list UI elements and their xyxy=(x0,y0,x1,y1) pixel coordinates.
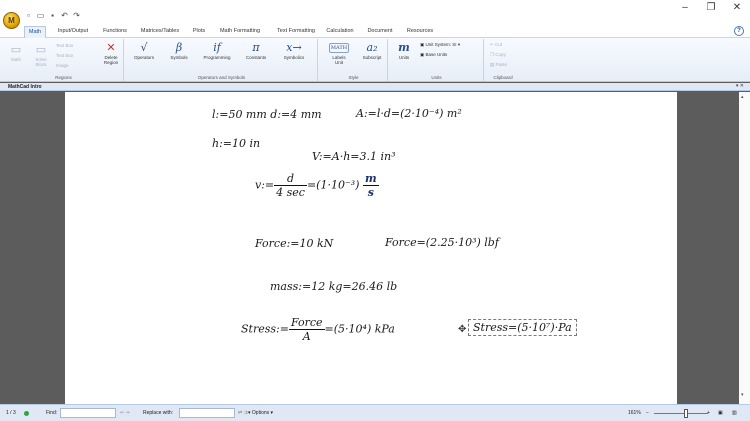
delete-icon: ✕ xyxy=(106,41,116,54)
group-style: MATH Labels Unit a₂ Subscript Style xyxy=(320,39,388,81)
find-label: Find: xyxy=(46,410,58,416)
tab-plots[interactable]: Plots xyxy=(188,26,210,38)
tab-resources[interactable]: Resources xyxy=(404,26,436,38)
tab-math-formatting[interactable]: Math Formatting xyxy=(216,26,264,38)
new-icon[interactable]: ▫ xyxy=(24,11,33,20)
replace-icons[interactable]: ⇄ ⇉ xyxy=(238,410,248,416)
restore-button[interactable]: ❐ xyxy=(698,0,724,18)
minimize-button[interactable]: – xyxy=(672,0,698,18)
title-bar: ▫ ▭ ▪ ↶ ↷ – ❐ ✕ xyxy=(0,0,750,24)
app-menu-button[interactable]: M xyxy=(3,12,20,29)
replace-label: Replace with: xyxy=(143,410,174,416)
status-bar: 1 / 3 Find: ⇐ ⇒ Replace with: ⇄ ⇉ ▾ Opti… xyxy=(0,404,750,421)
vertical-scrollbar[interactable]: ▴ ▾ xyxy=(739,92,750,404)
math-region-volume[interactable]: V:=A·h=3.1 in³ xyxy=(312,150,396,163)
group-clipboard: ✂ Cut ❐ Copy ▤ Paste Clipboard xyxy=(490,42,513,80)
zoom-in-icon[interactable]: + xyxy=(707,410,710,416)
tab-functions[interactable]: Functions xyxy=(100,26,130,38)
zoom-out-icon[interactable]: − xyxy=(646,410,649,416)
math-region-stress[interactable]: Stress:= Force A =(5·10⁴) kPa xyxy=(241,316,395,343)
image-button[interactable]: Image xyxy=(56,63,69,68)
constants-button[interactable]: π Constants xyxy=(242,41,270,60)
if-icon: if xyxy=(213,41,221,54)
tab-document[interactable]: Document xyxy=(364,26,396,38)
units-button[interactable]: m Units xyxy=(394,41,414,60)
math-region-l-d[interactable]: l:=50 mm d:=4 mm xyxy=(212,108,322,121)
beta-icon: β xyxy=(175,41,183,54)
draft-view-icon[interactable]: ▥ xyxy=(732,410,737,416)
tab-text-formatting[interactable]: Text Formatting xyxy=(272,26,320,38)
subscript-button[interactable]: a₂ Subscript xyxy=(358,41,386,60)
window-controls: – ❐ ✕ xyxy=(672,0,750,18)
close-button[interactable]: ✕ xyxy=(724,0,750,18)
tab-input-output[interactable]: Input/Output xyxy=(52,26,94,38)
arrow-icon: x→ xyxy=(286,41,302,54)
math-region-force[interactable]: Force:=10 kN xyxy=(255,237,333,250)
scroll-down-icon: ▾ xyxy=(741,392,744,398)
tab-math[interactable]: Math xyxy=(24,26,46,38)
move-cursor-icon: ✥ xyxy=(458,324,467,335)
find-input[interactable] xyxy=(60,408,116,418)
math-region-stress-pa[interactable]: Stress=(5·10⁷)·Pa xyxy=(468,319,577,336)
text-box-button[interactable]: Text Box xyxy=(56,43,73,48)
ribbon: ▭ Math ▭ Solve Block Text Box Text Box Ima… xyxy=(0,38,750,82)
open-icon[interactable]: ▭ xyxy=(36,11,45,20)
symbolics-button[interactable]: x→ Symbolics xyxy=(278,41,310,60)
scroll-up-icon: ▴ xyxy=(741,94,744,100)
cut-button[interactable]: ✂ Cut xyxy=(490,42,502,48)
undo-icon[interactable]: ↶ xyxy=(60,11,69,20)
tab-calculation[interactable]: Calculation xyxy=(324,26,356,38)
unit-system-select[interactable]: ▣ Unit System: SI ▾ xyxy=(420,42,460,48)
math-region-mass[interactable]: mass:=12 kg=26.46 lb xyxy=(270,280,397,293)
options-button[interactable]: ▾ Options ▾ xyxy=(248,410,273,416)
labels-button[interactable]: MATH Labels Unit xyxy=(326,41,352,65)
document-close-icon[interactable]: ▾ ✕ xyxy=(736,83,744,89)
paste-button[interactable]: ▤ Paste xyxy=(490,62,507,68)
operators-button[interactable]: √ Operators xyxy=(130,41,158,60)
find-nav-icon[interactable]: ⇐ ⇒ xyxy=(120,410,130,416)
sqrt-icon: √ xyxy=(140,41,148,54)
worksheet[interactable] xyxy=(65,92,677,404)
zoom-slider-track[interactable] xyxy=(654,413,708,414)
symbols-button[interactable]: β Symbols xyxy=(166,41,192,60)
save-icon[interactable]: ▪ xyxy=(48,11,57,20)
copy-button[interactable]: ❐ Copy xyxy=(490,52,506,58)
document-title[interactable]: MathCad Intro xyxy=(8,83,42,91)
tab-matrices-tables[interactable]: Matrices/Tables xyxy=(138,26,182,38)
group-regions: ▭ Math ▭ Solve Block Text Box Text Box Ima… xyxy=(4,39,124,81)
text-box2-button[interactable]: Text Box xyxy=(56,53,73,58)
calc-status-icon xyxy=(24,411,29,416)
zoom-slider-handle[interactable] xyxy=(684,409,688,418)
group-operators-symbols: √ Operators β Symbols if Programming π Const… xyxy=(126,39,318,81)
programming-button[interactable]: if Programming xyxy=(200,41,234,60)
math-region-force-lbf[interactable]: Force=(2.25·10³) lbf xyxy=(385,236,499,249)
zoom-level: 161% xyxy=(628,410,641,416)
base-units-button[interactable]: ▣ Base Units xyxy=(420,52,447,58)
page-view-icon[interactable]: ▣ xyxy=(718,410,723,416)
math-region-button[interactable]: ▭ Math xyxy=(6,43,26,62)
redo-icon[interactable]: ↷ xyxy=(72,11,81,20)
math-region-velocity[interactable]: v:= d 4 sec =(1·10⁻³) ms xyxy=(255,172,379,199)
math-region-area[interactable]: A:=l·d=(2·10⁻⁴) m² xyxy=(356,107,462,120)
group-units: m Units ▣ Unit System: SI ▾ ▣ Base Units … xyxy=(390,39,484,81)
pi-icon: π xyxy=(252,41,260,54)
ribbon-tabs: Math Input/Output Functions Matrices/Tab… xyxy=(0,24,750,38)
document-tab: MathCad Intro ▾ ✕ xyxy=(0,83,750,91)
math-region-h[interactable]: h:=10 in xyxy=(212,137,260,150)
replace-input[interactable] xyxy=(179,408,235,418)
quick-access-toolbar: ▫ ▭ ▪ ↶ ↷ xyxy=(24,11,81,20)
solve-block-button[interactable]: ▭ Solve Block xyxy=(30,43,52,67)
subscript-icon: a₂ xyxy=(366,41,378,54)
help-icon[interactable]: ? xyxy=(734,26,744,36)
delete-region-button[interactable]: ✕ Delete Region xyxy=(100,41,122,65)
page-indicator: 1 / 3 xyxy=(6,410,16,416)
